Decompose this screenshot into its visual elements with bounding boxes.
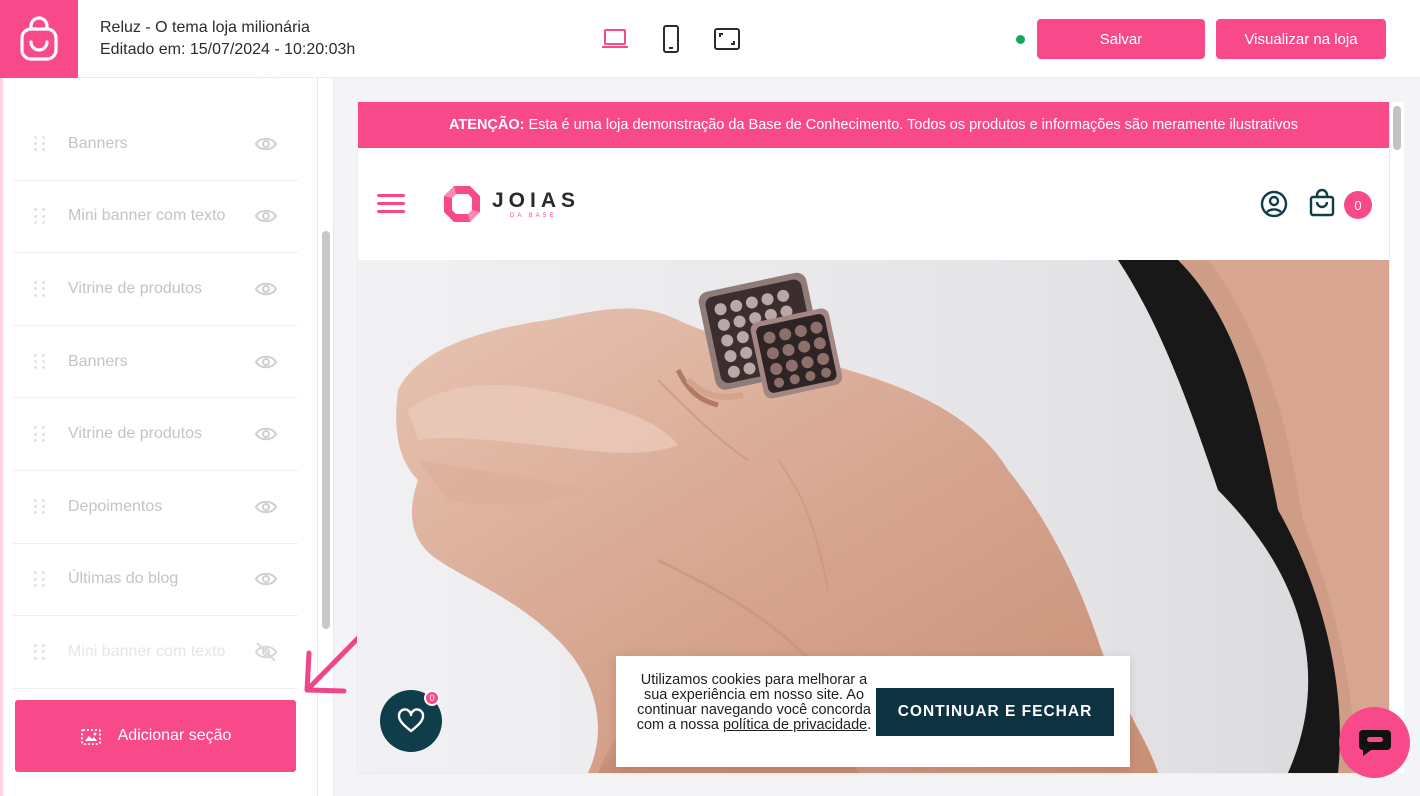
eye-icon[interactable]: [254, 422, 278, 446]
section-item-label: Banners: [68, 352, 128, 370]
store-header: JOIAS DA BASE 0: [358, 148, 1389, 260]
mobile-view-button[interactable]: [656, 24, 686, 54]
mobile-phone-icon: [663, 25, 679, 53]
add-section-button[interactable]: Adicionar seção: [15, 700, 296, 772]
shopping-bag-logo-icon: [20, 16, 58, 61]
cart-button[interactable]: [1307, 188, 1337, 218]
online-status-dot: [1016, 35, 1025, 44]
drag-handle-icon[interactable]: [34, 571, 46, 588]
eye-icon[interactable]: [254, 204, 278, 228]
cart-count-badge: 0: [1344, 191, 1372, 219]
brand-subtitle: DA BASE: [510, 213, 557, 219]
sidebar-accent-line: [0, 78, 3, 796]
section-item-label: Banners: [68, 134, 128, 152]
laptop-icon: [602, 29, 628, 48]
account-button[interactable]: [1259, 189, 1289, 219]
chat-button[interactable]: [1339, 707, 1410, 778]
gem-logo-icon: [444, 186, 480, 222]
section-item[interactable]: Mini banner com texto: [12, 616, 298, 689]
app-logo[interactable]: [0, 0, 78, 78]
eye-icon[interactable]: [254, 495, 278, 519]
view-store-button[interactable]: Visualizar na loja: [1216, 19, 1386, 59]
brand-name: JOIAS: [492, 189, 581, 212]
section-item-label: Mini banner com texto: [68, 207, 226, 225]
eye-icon[interactable]: [254, 567, 278, 591]
preview-scrollbar-thumb[interactable]: [1393, 106, 1401, 150]
top-bar: Reluz - O tema loja milionária Editado e…: [0, 0, 1420, 78]
section-item-label: Vitrine de produtos: [68, 425, 203, 443]
section-item-label: Depoimentos: [68, 497, 163, 515]
eye-icon: [256, 78, 276, 79]
device-switcher: [600, 24, 742, 54]
section-item[interactable]: Últimas do blog: [12, 544, 298, 617]
section-item[interactable]: Vitrine de produtos: [12, 253, 298, 326]
save-button[interactable]: Salvar: [1037, 19, 1205, 59]
fullscreen-icon: [714, 28, 740, 50]
section-item-label: Vitrine de produtos: [68, 279, 203, 297]
cookie-accept-button[interactable]: CONTINUAR E FECHAR: [876, 688, 1114, 736]
drag-handle-icon[interactable]: [34, 498, 46, 515]
add-image-icon: [80, 729, 101, 745]
notice-text: Esta é uma loja demonstração da Base de …: [528, 117, 1298, 133]
eye-icon[interactable]: [254, 277, 278, 301]
add-section-label: Adicionar seção: [117, 727, 232, 744]
eye-icon[interactable]: [254, 132, 278, 156]
chat-bubble-icon: [1358, 729, 1391, 756]
preview-scrollbar-track[interactable]: [1390, 102, 1404, 773]
drag-handle-icon[interactable]: [34, 208, 46, 225]
section-item[interactable]: Vitrine de produtos: [12, 398, 298, 471]
wishlist-count-badge: 0: [424, 690, 440, 706]
privacy-policy-link[interactable]: política de privacidade: [723, 717, 867, 733]
store-logo[interactable]: JOIAS DA BASE: [442, 184, 580, 224]
cookie-period: .: [867, 717, 872, 733]
fullscreen-view-button[interactable]: [712, 24, 742, 54]
drag-handle-icon[interactable]: [34, 643, 46, 660]
edited-timestamp: Editado em: 15/07/2024 - 10:20:03h: [100, 41, 356, 58]
section-list: Banners Mini banner com texto Vitrine de p…: [12, 108, 298, 689]
desktop-view-button[interactable]: [600, 24, 630, 54]
section-item[interactable]: Banners: [12, 326, 298, 399]
sections-sidebar: Banners Mini banner com texto Vitrine de p…: [0, 78, 318, 796]
notice-bold: ATENÇÃO:: [449, 117, 525, 133]
section-item-label: Últimas do blog: [68, 570, 179, 588]
section-item[interactable]: Depoimentos: [12, 471, 298, 544]
eye-icon[interactable]: [254, 350, 278, 374]
cookie-banner: Utilizamos cookies para melhorar a sua e…: [616, 656, 1130, 767]
drag-handle-icon[interactable]: [34, 426, 46, 442]
section-item-label: Mini banner com texto: [68, 642, 226, 660]
shopping-bag-icon: [1309, 188, 1335, 217]
cookie-message: Utilizamos cookies para melhorar a sua e…: [632, 673, 876, 733]
drag-handle-icon[interactable]: [34, 353, 46, 370]
drag-handle-icon[interactable]: [34, 135, 46, 152]
theme-title: Reluz - O tema loja milionária: [100, 19, 310, 36]
heart-icon: [397, 708, 425, 733]
drag-handle-icon[interactable]: [34, 280, 46, 297]
section-item[interactable]: Mini banner com texto: [12, 181, 298, 254]
user-circle-icon: [1260, 190, 1288, 218]
eye-off-icon[interactable]: [254, 640, 278, 664]
announcement-bar: ATENÇÃO: Esta é uma loja demonstração da…: [358, 102, 1389, 148]
section-item[interactable]: Banners: [12, 108, 298, 181]
menu-hamburger-icon[interactable]: [377, 194, 405, 214]
